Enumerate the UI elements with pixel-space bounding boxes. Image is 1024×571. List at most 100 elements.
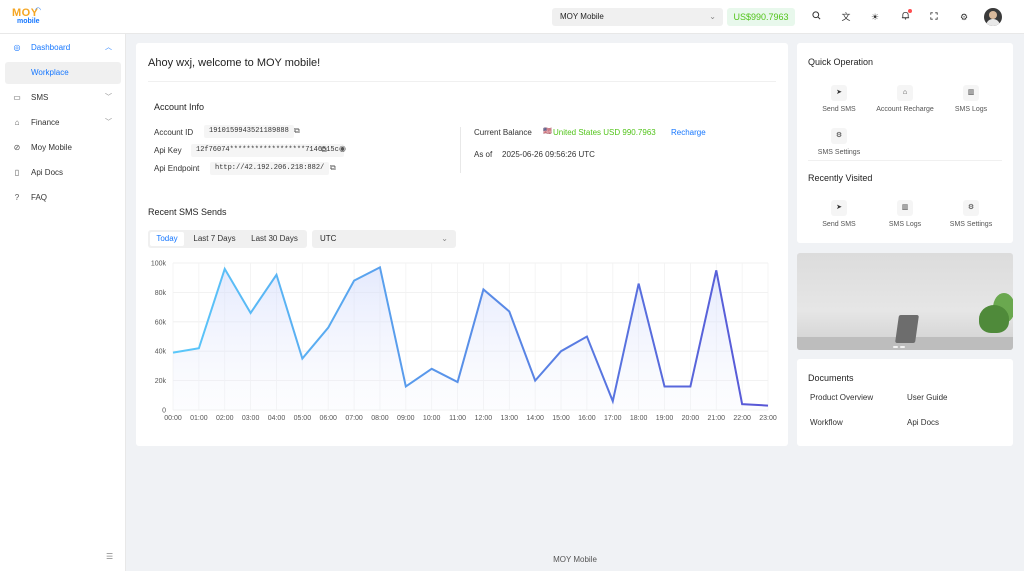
y-tick-label: 0 [162, 408, 166, 415]
data-point [172, 352, 174, 354]
x-tick-label: 03:00 [242, 415, 260, 422]
x-tick-label: 23:00 [759, 415, 777, 422]
sidebar-item-moy-mobile[interactable]: ⊘ Moy Mobile [0, 136, 126, 160]
data-point [612, 400, 614, 402]
sidebar-item-label: Moy Mobile [31, 143, 72, 152]
fullscreen-icon[interactable] [927, 10, 941, 24]
sms-icon: ▭ [13, 93, 21, 102]
data-point [586, 336, 588, 338]
quick-operation-card: Quick Operation ➤ Send SMS ⌂ Account Rec… [797, 43, 1013, 243]
dashboard-icon: ◎ [13, 43, 21, 52]
x-tick-label: 22:00 [733, 415, 751, 422]
recent-sms-logs[interactable]: ▥ SMS Logs [870, 200, 940, 228]
doc-link-api-docs[interactable]: Api Docs [907, 418, 939, 427]
recent-sms-settings[interactable]: ⚙ SMS Settings [936, 200, 1006, 228]
sidebar-item-label: SMS [31, 93, 49, 102]
data-point [250, 312, 252, 314]
quick-account-recharge[interactable]: ⌂ Account Recharge [870, 85, 940, 113]
quick-operation-title: Quick Operation [808, 57, 874, 67]
tab-last-30-days[interactable]: Last 30 Days [245, 232, 304, 246]
logo[interactable]: MOY ◠ mobile [12, 7, 42, 27]
data-point [560, 350, 562, 352]
x-tick-label: 06:00 [319, 415, 337, 422]
x-tick-label: 21:00 [707, 415, 725, 422]
send-icon: ➤ [831, 200, 847, 216]
timezone-value: UTC [320, 234, 337, 243]
chevron-down-icon: ﹀ [105, 94, 112, 101]
chevron-down-icon: ⌄ [441, 234, 448, 243]
x-tick-label: 04:00 [268, 415, 286, 422]
doc-link-product-overview[interactable]: Product Overview [810, 393, 873, 402]
x-tick-label: 01:00 [190, 415, 208, 422]
data-point [534, 380, 536, 382]
x-tick-label: 15:00 [552, 415, 570, 422]
x-tick-label: 13:00 [501, 415, 519, 422]
account-select[interactable]: MOY Mobile ⌄ [552, 8, 723, 26]
data-point [224, 268, 226, 270]
collapse-sidebar-icon[interactable]: ☰ [106, 552, 113, 561]
tab-last-7-days[interactable]: Last 7 Days [188, 232, 241, 246]
translate-icon[interactable]: 文 [839, 10, 853, 24]
bell-icon[interactable] [898, 9, 912, 24]
data-point [715, 269, 717, 271]
send-icon: ➤ [831, 85, 847, 101]
y-tick-label: 80k [155, 290, 167, 297]
avatar[interactable] [984, 8, 1002, 26]
x-tick-label: 12:00 [475, 415, 493, 422]
sidebar-item-label: FAQ [31, 193, 48, 202]
data-point [638, 283, 640, 285]
x-tick-label: 05:00 [294, 415, 312, 422]
gear-icon: ⚙ [963, 200, 979, 216]
recent-send-sms[interactable]: ➤ Send SMS [804, 200, 874, 228]
x-tick-label: 16:00 [578, 415, 596, 422]
data-point [379, 267, 381, 269]
api-key-label: Api Key [154, 146, 182, 155]
x-tick-label: 07:00 [345, 415, 363, 422]
x-tick-label: 20:00 [682, 415, 700, 422]
balance-chip[interactable]: US$990.7963 [727, 8, 795, 26]
eye-icon[interactable]: ◉ [339, 144, 346, 153]
theme-icon[interactable]: ☀ [868, 10, 882, 24]
copy-icon[interactable]: ⧉ [321, 145, 327, 155]
recharge-link[interactable]: Recharge [671, 128, 706, 137]
range-tabs: Today Last 7 Days Last 30 Days [148, 230, 307, 248]
quick-sms-settings[interactable]: ⚙ SMS Settings [804, 128, 874, 156]
promo-banner-image[interactable] [797, 253, 1013, 350]
carousel-dots[interactable] [893, 341, 915, 348]
copy-icon[interactable]: ⧉ [294, 126, 300, 136]
x-tick-label: 00:00 [164, 415, 182, 422]
quick-send-sms[interactable]: ➤ Send SMS [804, 85, 874, 113]
timezone-select[interactable]: UTC ⌄ [312, 230, 456, 248]
quick-sms-logs[interactable]: ▥ SMS Logs [936, 85, 1006, 113]
sidebar-item-api-docs[interactable]: ▯ Api Docs [0, 161, 126, 185]
phone-stand-shape [895, 315, 919, 343]
account-select-value: MOY Mobile [560, 12, 604, 21]
search-icon[interactable] [809, 10, 823, 24]
documents-card: Documents Product Overview User Guide Wo… [797, 359, 1013, 446]
sidebar-item-dashboard[interactable]: ◎ Dashboard ︿ [0, 36, 126, 60]
documents-title: Documents [808, 373, 854, 383]
sidebar-item-workplace[interactable]: Workplace [5, 62, 121, 84]
x-tick-label: 09:00 [397, 415, 415, 422]
quick-op-label: Account Recharge [876, 106, 934, 113]
doc-link-user-guide[interactable]: User Guide [907, 393, 947, 402]
quick-op-label: SMS Logs [954, 106, 988, 113]
bar-chart-icon: ▥ [897, 200, 913, 216]
doc-link-workflow[interactable]: Workflow [810, 418, 843, 427]
sidebar-item-faq[interactable]: ? FAQ [0, 186, 126, 210]
x-tick-label: 08:00 [371, 415, 389, 422]
x-tick-label: 18:00 [630, 415, 648, 422]
copy-icon[interactable]: ⧉ [330, 163, 336, 173]
settings-icon[interactable]: ⚙ [957, 10, 971, 24]
y-tick-label: 20k [155, 378, 167, 385]
tab-today[interactable]: Today [150, 232, 184, 246]
wallet-icon: ⌂ [897, 85, 913, 101]
sms-sends-chart: 0 20k 40k 60k 80k 100k 00:00 01:00 02:00 03:00 04:… [151, 261, 777, 423]
finance-icon: ⌂ [14, 118, 20, 127]
api-endpoint-value: http://42.192.206.218:882/ [210, 162, 330, 175]
welcome-title: Ahoy wxj, welcome to MOY mobile! [148, 57, 321, 69]
account-info-title: Account Info [154, 102, 205, 112]
data-point [508, 311, 510, 313]
sidebar-item-finance[interactable]: ⌂ Finance ﹀ [0, 111, 126, 135]
sidebar-item-sms[interactable]: ▭ SMS ﹀ [0, 86, 126, 110]
